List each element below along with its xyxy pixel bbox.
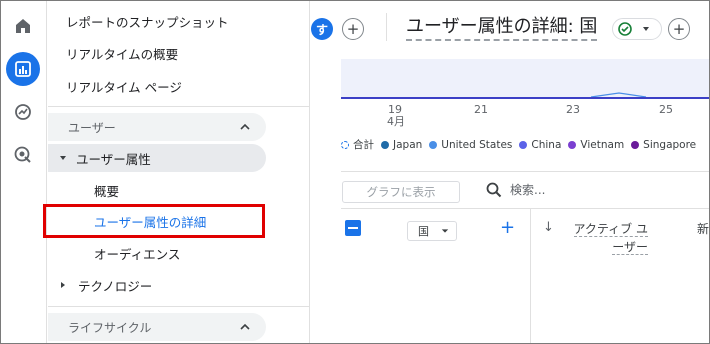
caret-down-icon	[441, 229, 449, 233]
divider	[386, 13, 387, 41]
chevron-up-icon[interactable]	[240, 122, 250, 132]
legend-dot	[341, 140, 349, 149]
add-comparison-button[interactable]: +	[342, 18, 364, 40]
legend-label: Vietnam	[580, 138, 625, 151]
divider	[48, 106, 310, 107]
column-header-active-users[interactable]: アクティブ ユ ーザー	[568, 220, 648, 256]
plus-icon: +	[346, 20, 360, 38]
search-icon	[486, 182, 502, 197]
sidebar-item-realtime-pages[interactable]: リアルタイム ページ	[48, 71, 310, 101]
sidebar-item-label: オーディエンス	[94, 246, 181, 262]
sidebar-item-label: 概要	[94, 183, 120, 199]
sidebar: レポートのスナップショット リアルタイムの概要 リアルタイム ページ ユーザー …	[48, 1, 310, 343]
legend-label: Japan	[393, 138, 423, 151]
divider	[48, 306, 310, 307]
status-dropdown[interactable]	[612, 18, 662, 40]
select-all-checkbox[interactable]	[345, 220, 361, 236]
page-title: ユーザー属性の詳細: 国	[406, 15, 598, 41]
legend-label: United States	[441, 138, 513, 151]
caret-down-icon	[60, 156, 66, 160]
x-tick: 25	[659, 103, 673, 116]
sidebar-item-label: リアルタイム ページ	[66, 79, 182, 95]
x-tick-month: 4月	[387, 115, 405, 128]
reports-icon[interactable]	[6, 52, 40, 86]
column-separator	[530, 209, 531, 343]
add-button[interactable]: +	[668, 18, 690, 40]
sidebar-group-technology[interactable]: テクノロジー	[48, 270, 310, 300]
avatar-letter: す	[315, 22, 328, 37]
sidebar-item-audience[interactable]: オーディエンス	[48, 238, 310, 268]
sidebar-item-realtime-overview[interactable]: リアルタイムの概要	[48, 38, 310, 68]
home-icon[interactable]	[6, 9, 40, 43]
search-placeholder: 検索...	[510, 183, 546, 197]
group-label: テクノロジー	[78, 278, 153, 294]
legend-label: China	[531, 138, 562, 151]
section-label: ライフサイクル	[68, 320, 152, 335]
dimension-select[interactable]: 国	[407, 221, 457, 241]
section-label: ユーザー	[68, 120, 116, 135]
legend-dot	[519, 140, 528, 149]
legend-dot	[381, 140, 389, 149]
legend-dot	[429, 140, 438, 149]
plus-icon: +	[672, 20, 686, 38]
section-lifecycle[interactable]: ライフサイクル	[48, 313, 266, 341]
legend-dot	[631, 140, 640, 149]
avatar[interactable]: す	[311, 18, 333, 40]
divider	[341, 171, 709, 172]
caret-right-icon	[61, 282, 65, 288]
button-label: グラフに表示	[366, 185, 436, 199]
chevron-up-icon[interactable]	[240, 322, 250, 332]
add-dimension-button[interactable]: +	[500, 219, 515, 237]
divider	[341, 208, 709, 209]
check-circle-icon	[618, 22, 632, 36]
sidebar-item-label: レポートのスナップショット	[66, 14, 229, 30]
plot-rows-button[interactable]: グラフに表示	[342, 181, 460, 203]
legend-dot	[568, 140, 577, 149]
caret-down-icon	[643, 27, 649, 31]
column-header-line: アクティブ ユ	[573, 222, 648, 237]
dimension-label: 国	[418, 225, 429, 238]
column-header-line: ーザー	[612, 240, 648, 255]
group-label: ユーザー属性	[76, 151, 151, 167]
highlight-annotation	[43, 204, 265, 238]
main-content: す + ユーザー属性の詳細: 国 + 19 4月 21 23 25 合計 Jap…	[311, 1, 709, 343]
search-input[interactable]: 検索...	[486, 181, 545, 198]
explore-icon[interactable]	[6, 95, 40, 129]
nav-rail	[1, 1, 47, 343]
x-tick: 21	[474, 103, 488, 116]
sidebar-item-snapshot[interactable]: レポートのスナップショット	[48, 6, 310, 36]
chart-axis	[341, 97, 709, 99]
chart-legend: 合計 Japan United States China Vietnam Sin…	[341, 137, 696, 152]
advertising-icon[interactable]	[6, 138, 40, 172]
column-header-new-users[interactable]: 新	[697, 220, 709, 237]
x-tick: 23	[566, 103, 580, 116]
section-user[interactable]: ユーザー	[48, 113, 266, 141]
sidebar-item-overview[interactable]: 概要	[48, 175, 310, 205]
legend-label: 合計	[353, 139, 374, 151]
sidebar-item-label: リアルタイムの概要	[66, 46, 179, 62]
sort-arrow-icon[interactable]: ↓	[543, 220, 554, 235]
legend-label: Singapore	[643, 138, 697, 151]
sidebar-group-user-attributes[interactable]: ユーザー属性	[48, 144, 266, 172]
